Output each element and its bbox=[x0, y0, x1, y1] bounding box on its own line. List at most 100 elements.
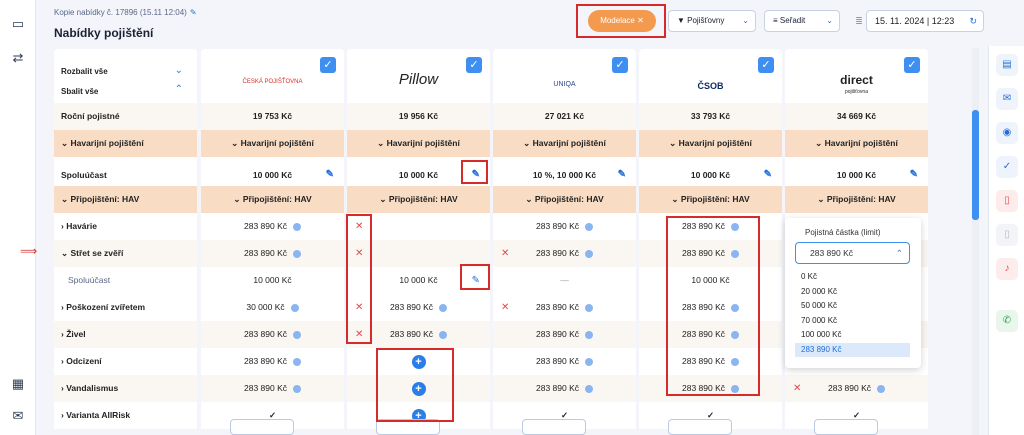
bell-icon[interactable]: ♪ bbox=[996, 258, 1018, 280]
info-icon[interactable] bbox=[290, 303, 299, 312]
refresh-icon[interactable]: ↻ bbox=[969, 11, 977, 31]
detail-button[interactable] bbox=[522, 419, 586, 435]
info-icon[interactable] bbox=[585, 222, 593, 231]
detail-button[interactable] bbox=[814, 419, 878, 435]
section-cell[interactable]: ⌄ Připojištění: HAV bbox=[493, 186, 636, 213]
collapse-all-icon[interactable]: ⌃ bbox=[175, 84, 183, 95]
section-cell[interactable]: ⌄ Havarijní pojištění bbox=[785, 130, 928, 157]
select-checkbox[interactable]: ✓ bbox=[758, 57, 774, 73]
dropdown-option[interactable]: 100 000 Kč bbox=[795, 328, 910, 343]
row-label[interactable]: › Havárie bbox=[54, 213, 197, 240]
scrollbar[interactable] bbox=[972, 48, 979, 435]
info-icon[interactable] bbox=[877, 384, 885, 393]
info-icon[interactable] bbox=[439, 330, 447, 339]
info-icon[interactable] bbox=[293, 384, 301, 393]
section-cell[interactable]: ⌄ Havarijní pojištění bbox=[493, 130, 636, 157]
row-label-text: Havárie bbox=[66, 221, 97, 231]
section-cell[interactable]: ⌄ Připojištění: HAV bbox=[639, 186, 782, 213]
row-vandalismus: › Vandalismus 283 890 Kč + 283 890 Kč 28… bbox=[54, 375, 932, 402]
info-icon[interactable] bbox=[293, 249, 301, 258]
info-icon[interactable] bbox=[585, 330, 593, 339]
edit-icon[interactable]: ✎ bbox=[190, 8, 197, 17]
insurer-sub-logo: pojišťovna bbox=[844, 89, 868, 95]
scrollbar-thumb[interactable] bbox=[972, 110, 979, 220]
section-cell[interactable]: ⌄ Havarijní pojištění bbox=[201, 130, 344, 157]
dropdown-option[interactable]: 50 000 Kč bbox=[795, 299, 910, 314]
chevron-down-icon: ⌄ bbox=[379, 194, 389, 204]
info-icon[interactable] bbox=[585, 303, 593, 312]
value-cell: 283 890 Kč bbox=[201, 213, 344, 240]
row-label[interactable]: › Varianta AllRisk bbox=[54, 402, 197, 429]
row-label: Spoluúčast bbox=[54, 267, 197, 294]
highlight-box bbox=[346, 214, 372, 344]
select-checkbox[interactable]: ✓ bbox=[612, 57, 628, 73]
value-text: 30 000 Kč bbox=[246, 302, 285, 312]
eye-icon[interactable]: ◉ bbox=[996, 122, 1018, 144]
section-havarijni[interactable]: ⌄ Havarijní pojištění ⌄ Havarijní pojišt… bbox=[54, 130, 932, 157]
dropdown-option[interactable]: 20 000 Kč bbox=[795, 285, 910, 300]
spoluucast-value: 10 000 Kč bbox=[252, 170, 293, 180]
trash-icon[interactable]: ▯ bbox=[996, 190, 1018, 212]
info-icon[interactable] bbox=[585, 384, 593, 393]
row-label[interactable]: › Poškození zvířetem bbox=[54, 294, 197, 321]
section-label[interactable]: ⌄ Připojištění: HAV bbox=[54, 186, 197, 213]
right-toolbar: ▤ ✉ ◉ ✓ ▯ ▯ ♪ ✆ bbox=[988, 46, 1024, 435]
info-icon[interactable] bbox=[293, 357, 301, 366]
phone-icon[interactable]: ✆ bbox=[996, 310, 1018, 332]
check-icon[interactable]: ✓ bbox=[996, 156, 1018, 178]
detail-button[interactable] bbox=[668, 419, 732, 435]
section-label[interactable]: ⌄ Havarijní pojištění bbox=[54, 130, 197, 157]
value-text: — bbox=[493, 267, 636, 294]
chevron-down-icon: ⌄ bbox=[671, 194, 681, 204]
section-text: Připojištění: HAV bbox=[680, 194, 750, 204]
detail-button[interactable] bbox=[230, 419, 294, 435]
pojistovny-label: Pojišťovny bbox=[687, 16, 725, 25]
select-checkbox[interactable]: ✓ bbox=[904, 57, 920, 73]
chevron-down-icon: ⌄ bbox=[233, 194, 243, 204]
section-cell[interactable]: ⌄ Připojištění: HAV bbox=[347, 186, 490, 213]
info-icon[interactable] bbox=[293, 222, 301, 231]
dropdown-option[interactable]: 0 Kč bbox=[795, 270, 910, 285]
row-label[interactable]: › Odcizení bbox=[54, 348, 197, 375]
mail-icon[interactable]: ✉ bbox=[996, 88, 1018, 110]
row-label[interactable]: › Živel bbox=[54, 321, 197, 348]
section-cell[interactable]: ⌄ Havarijní pojištění bbox=[639, 130, 782, 157]
expand-all-label[interactable]: Rozbalit vše bbox=[61, 67, 108, 76]
offers-icon[interactable]: ▭ bbox=[10, 16, 26, 32]
value-cell: 283 890 Kč bbox=[493, 375, 636, 402]
document-icon[interactable]: ▤ bbox=[996, 54, 1018, 76]
transfer-icon[interactable]: ⇄ bbox=[10, 50, 26, 66]
chevron-down-icon: ⌄ bbox=[525, 194, 535, 204]
dropdown-option-selected[interactable]: 283 890 Kč bbox=[795, 342, 910, 357]
sort-button[interactable]: ≡ Seřadit ⌄ bbox=[764, 10, 840, 32]
expand-all-icon[interactable]: ⌄ bbox=[175, 65, 183, 76]
info-icon[interactable] bbox=[439, 303, 447, 312]
dropdown-option[interactable]: 70 000 Kč bbox=[795, 314, 910, 329]
spoluucast-value: 10 000 Kč bbox=[690, 170, 731, 180]
info-icon[interactable] bbox=[293, 330, 301, 339]
row-label-text: Vandalismus bbox=[66, 383, 119, 393]
select-checkbox[interactable]: ✓ bbox=[320, 57, 336, 73]
row-label[interactable]: › Vandalismus bbox=[54, 375, 197, 402]
section-cell[interactable]: ⌄ Havarijní pojištění bbox=[347, 130, 490, 157]
dashboard-icon[interactable]: ▦ bbox=[10, 376, 26, 392]
spoluucast-value: 10 000 Kč bbox=[398, 170, 439, 180]
section-cell[interactable]: ⌄ Připojištění: HAV bbox=[201, 186, 344, 213]
insurer-header-cp: ✓ ČESKÁ POJIŠŤOVNA bbox=[201, 49, 344, 103]
value-text: 283 890 Kč bbox=[827, 383, 871, 393]
highlight-box bbox=[461, 160, 488, 184]
chat-icon[interactable]: ✉ bbox=[10, 408, 26, 424]
limit-select[interactable]: 283 890 Kč ⌃ bbox=[795, 242, 910, 264]
section-text: Připojištění: HAV bbox=[70, 194, 140, 204]
row-label[interactable]: ⌄ Střet se zvěří bbox=[54, 240, 197, 267]
not-included-icon: ✕ bbox=[793, 383, 802, 394]
value-text: 283 890 Kč bbox=[243, 356, 287, 366]
info-icon[interactable] bbox=[585, 249, 593, 258]
section-pripojisteni[interactable]: ⌄ Připojištění: HAV ⌄ Připojištění: HAV … bbox=[54, 186, 932, 213]
pojistovny-filter[interactable]: ▼ Pojišťovny ⌄ bbox=[668, 10, 756, 32]
collapse-all-label[interactable]: Sbalit vše bbox=[61, 87, 98, 96]
section-cell[interactable]: ⌄ Připojištění: HAV bbox=[785, 186, 928, 213]
info-icon[interactable] bbox=[585, 357, 593, 366]
arrow-right-icon: ⟹ bbox=[20, 244, 38, 258]
date-field[interactable]: 15. 11. 2024 | 12:23 ↻ bbox=[866, 10, 984, 32]
